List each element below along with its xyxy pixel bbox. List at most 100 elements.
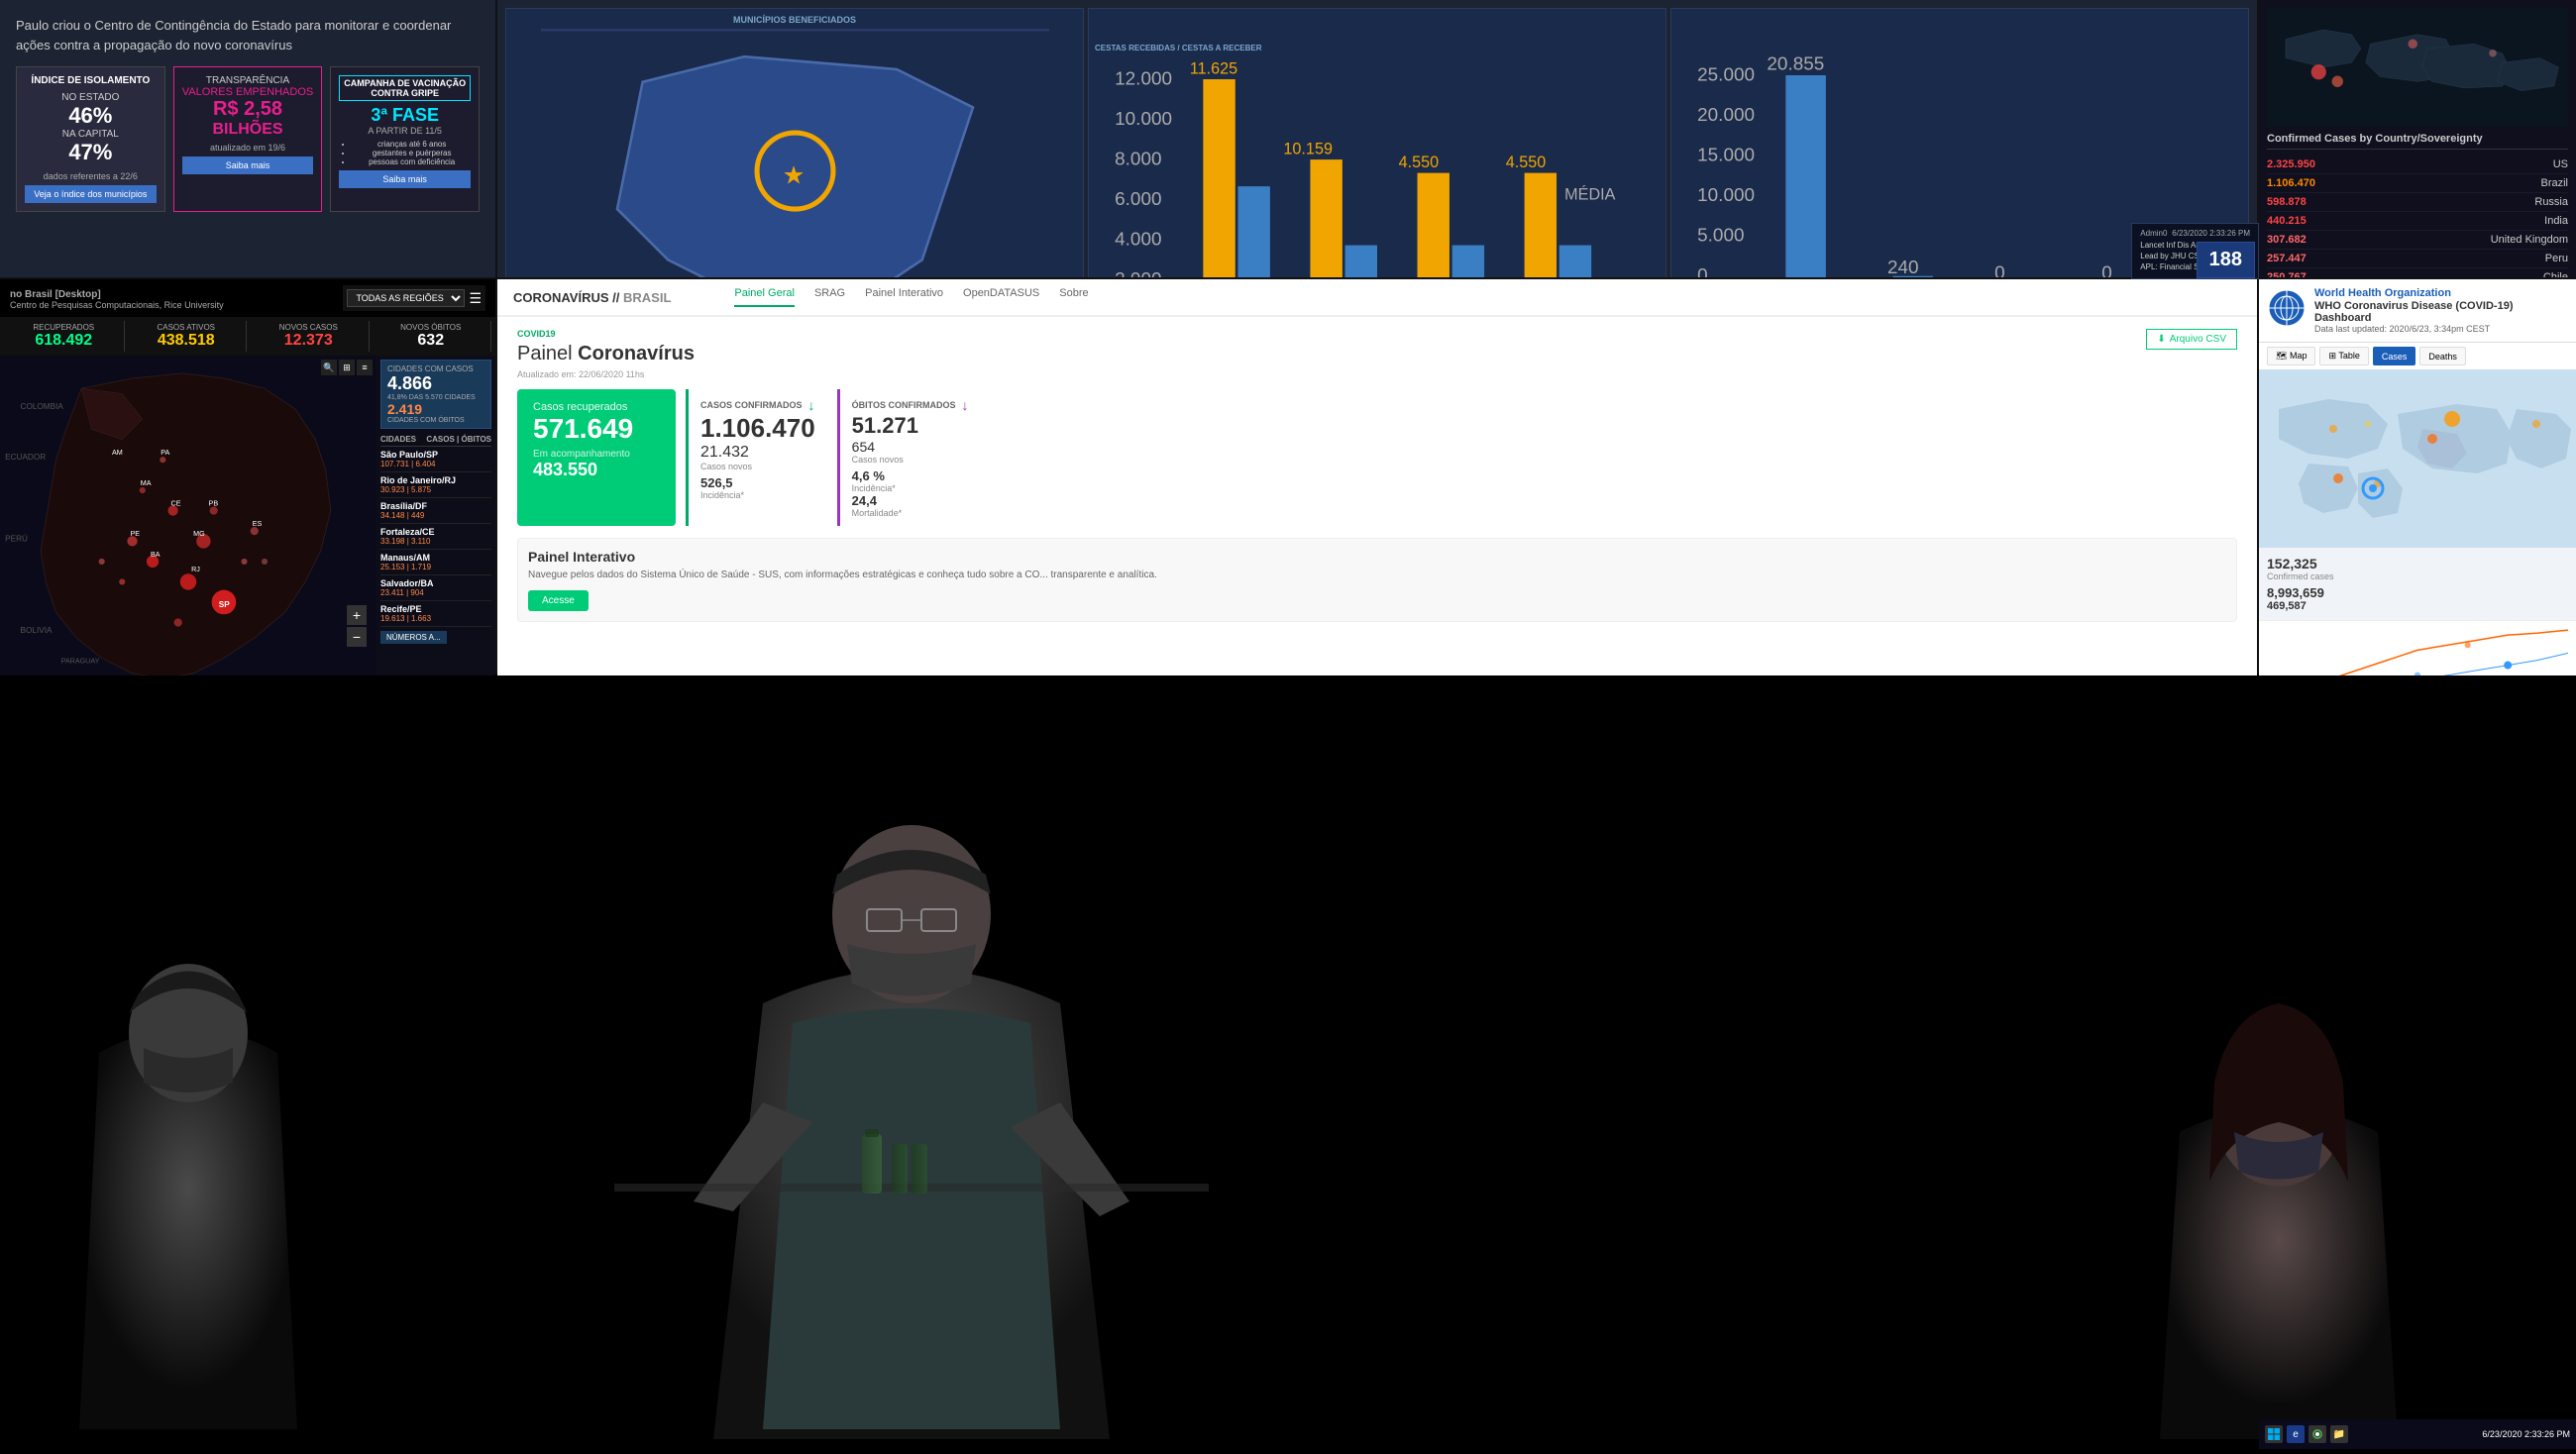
df-stats: 34.148 | 449 — [380, 511, 491, 520]
vacina-date: A PARTIR DE 11/5 — [339, 126, 471, 136]
search-map-btn[interactable]: 🔍 — [321, 360, 337, 375]
who-total-area: 152,325 Confirmed cases — [2267, 556, 2334, 581]
death-arrow-icon: ↓ — [962, 397, 969, 413]
city-sao-paulo: São Paulo/SP 107.731 | 6.404 — [380, 447, 491, 472]
intro-text: Paulo criou o Centro de Contingência do … — [16, 16, 480, 54]
death-new: 654 — [852, 439, 969, 455]
who-line-chart: Jan Feb Mar Apr May Jun — [2267, 625, 2568, 675]
csv-btn-label: Arquivo CSV — [2170, 334, 2226, 345]
taskbar-chrome-icon[interactable] — [2308, 1425, 2326, 1443]
hum-grid: MUNICÍPIOS BENEFICIADOS ★ ■ MUNICÍPIOS B… — [505, 8, 2249, 269]
brazil-sub: Centro de Pesquisas Computacionais, Rice… — [10, 300, 224, 310]
who-dash-title: WHO Coronavirus Disease (COVID-19) Dashb… — [2314, 300, 2568, 324]
deaths-card: ÓBITOS CONFIRMADOS ↓ 51.271 654 Casos no… — [837, 389, 981, 526]
nav-sobre[interactable]: Sobre — [1059, 287, 1088, 307]
india-country: India — [2544, 215, 2568, 227]
ie-icon: e — [2293, 1429, 2299, 1440]
chile-count: 250.767 — [2267, 271, 2307, 277]
death-pct-row: 4,6 % Incidência* 24,4 Mortalidade* — [852, 468, 969, 518]
valor-val: R$ 2,58 — [182, 98, 314, 121]
taskbar-windows-icon[interactable] — [2265, 1425, 2283, 1443]
brazil-header: no Brasil [Desktop] Centro de Pesquisas … — [0, 279, 495, 317]
panel-interativo-title: Painel Interativo — [528, 549, 2226, 565]
notif-meta: Admin0 6/23/2020 2:33:26 PM — [2140, 229, 2250, 238]
corona-header-row: COVID19 Painel Coronavírus Atualizado em… — [517, 329, 2237, 389]
corona-nav-items: Painel Geral SRAG Painel Interativo Open… — [734, 287, 1088, 307]
world-items-list: 2.325.950 US 1.106.470 Brazil 598.878 Ru… — [2267, 156, 2568, 277]
corona-cards: Casos recuperados 571.649 Em acompanhame… — [517, 389, 2237, 526]
brazil-title-prefix: no Brasil [Desktop] — [10, 289, 101, 300]
who-logo-area — [2267, 288, 2307, 333]
svg-text:4.550: 4.550 — [1399, 154, 1440, 171]
bstat-deaths-label: NOVOS ÓBITOS — [374, 323, 489, 332]
ba-name: Salvador/BA — [380, 578, 491, 588]
taskbar-ie-icon[interactable]: e — [2287, 1425, 2305, 1443]
who-panel: World Health Organization WHO Coronaviru… — [2259, 279, 2576, 675]
who-map-btn[interactable]: 🗺 Map — [2267, 347, 2315, 365]
death-incidencia-label: Incidência* — [852, 483, 969, 493]
vacina-item-3: pessoas com deficiência — [353, 157, 471, 166]
bilhoes-val: BILHÕES — [182, 121, 314, 139]
recovered-card: Casos recuperados 571.649 Em acompanhame… — [517, 389, 676, 526]
conf-incidencia-label: Incidência* — [700, 490, 815, 500]
pe-stats: 19.613 | 1.663 — [380, 614, 491, 623]
who-cases-btn[interactable]: Cases — [2373, 347, 2416, 365]
csv-download-btn[interactable]: ⬇ Arquivo CSV — [2146, 329, 2237, 350]
peru-country: Peru — [2545, 253, 2568, 264]
nav-painel-interativo[interactable]: Painel Interativo — [865, 287, 943, 307]
death-label: ÓBITOS CONFIRMADOS — [852, 400, 956, 410]
transparencia-btn[interactable]: Saiba mais — [182, 156, 314, 174]
city-brasilia: Brasília/DF 34.148 | 449 — [380, 498, 491, 524]
bstat-new-label: NOVOS CASOS — [251, 323, 367, 332]
svg-text:0: 0 — [1697, 265, 1708, 277]
table-icon: ⊞ — [2328, 351, 2336, 361]
am-stats: 25.153 | 1.719 — [380, 563, 491, 571]
panel-access-btn[interactable]: Acesse — [528, 590, 589, 611]
isolamento-btn[interactable]: Veja o índice dos municípios — [25, 185, 157, 203]
isolamento-card: ÍNDICE DE ISOLAMENTO NO ESTADO 46% NA CA… — [16, 66, 165, 212]
map-cell: MUNICÍPIOS BENEFICIADOS ★ ■ MUNICÍPIOS B… — [505, 8, 1084, 277]
painel-text: Painel — [517, 343, 578, 364]
isolamento-title: ÍNDICE DE ISOLAMENTO — [25, 75, 157, 86]
zoom-controls: + − — [347, 605, 367, 647]
humanitarian-panel: MUNICÍPIOS BENEFICIADOS ★ ■ MUNICÍPIOS B… — [497, 0, 2257, 277]
death-mortalidade-label: Mortalidade* — [852, 508, 969, 518]
numbers-btn[interactable]: NÚMEROS A... — [380, 631, 447, 644]
svg-text:2.000: 2.000 — [1115, 269, 1161, 277]
region-filter[interactable]: TODAS AS REGIÕES — [347, 289, 465, 307]
nav-srag[interactable]: SRAG — [814, 287, 845, 307]
taskbar-folder-icon[interactable]: 📁 — [2330, 1425, 2348, 1443]
city-count-badge: CIDADES COM CASOS 4.866 41,8% DAS 5.570 … — [380, 360, 491, 429]
world-item-us: 2.325.950 US — [2267, 156, 2568, 174]
chart-cell-top: CESTAS RECEBIDAS / CESTAS A RECEBER 12.0… — [1088, 8, 1666, 277]
svg-text:ES: ES — [253, 520, 263, 528]
svg-text:PB: PB — [209, 499, 219, 507]
brazil-title-area: no Brasil [Desktop] Centro de Pesquisas … — [10, 286, 224, 310]
brazil-title: no Brasil [Desktop] — [10, 286, 224, 300]
who-deaths-btn[interactable]: Deaths — [2419, 347, 2466, 365]
zoom-out-btn[interactable]: − — [347, 627, 367, 647]
death-total: 51.271 — [852, 413, 969, 439]
casos-col: CASOS | ÓBITOS — [426, 435, 491, 444]
svg-text:15.000: 15.000 — [1697, 145, 1755, 165]
sp-name: São Paulo/SP — [380, 450, 491, 460]
legend-btn[interactable]: ≡ — [357, 360, 373, 375]
who-table-btn[interactable]: ⊞ Table — [2319, 347, 2368, 365]
conf-header: CASOS CONFIRMADOS ↓ — [700, 397, 815, 413]
zoom-in-btn[interactable]: + — [347, 605, 367, 625]
svg-text:SP: SP — [219, 600, 230, 609]
vacina-btn[interactable]: Saiba mais — [339, 170, 471, 188]
windows-logo — [2268, 1428, 2280, 1440]
table-btn-label: Table — [2338, 351, 2360, 361]
menu-icon[interactable]: ☰ — [469, 290, 482, 307]
conf-incidencia: 526,5 — [700, 475, 815, 490]
corona-content: COVID19 Painel Coronavírus Atualizado em… — [497, 317, 2257, 634]
conf-total: 1.106.470 — [700, 413, 815, 444]
map-tools: 🔍 ⊞ ≡ — [321, 360, 373, 375]
pe-name: Recife/PE — [380, 604, 491, 614]
filter-bar: TODAS AS REGIÕES ☰ — [343, 285, 485, 311]
layer-btn[interactable]: ⊞ — [339, 360, 355, 375]
nav-opendatasus[interactable]: OpenDATASUS — [963, 287, 1039, 307]
death-mortalidade: 24,4 — [852, 493, 969, 508]
nav-painel-geral[interactable]: Painel Geral — [734, 287, 795, 307]
